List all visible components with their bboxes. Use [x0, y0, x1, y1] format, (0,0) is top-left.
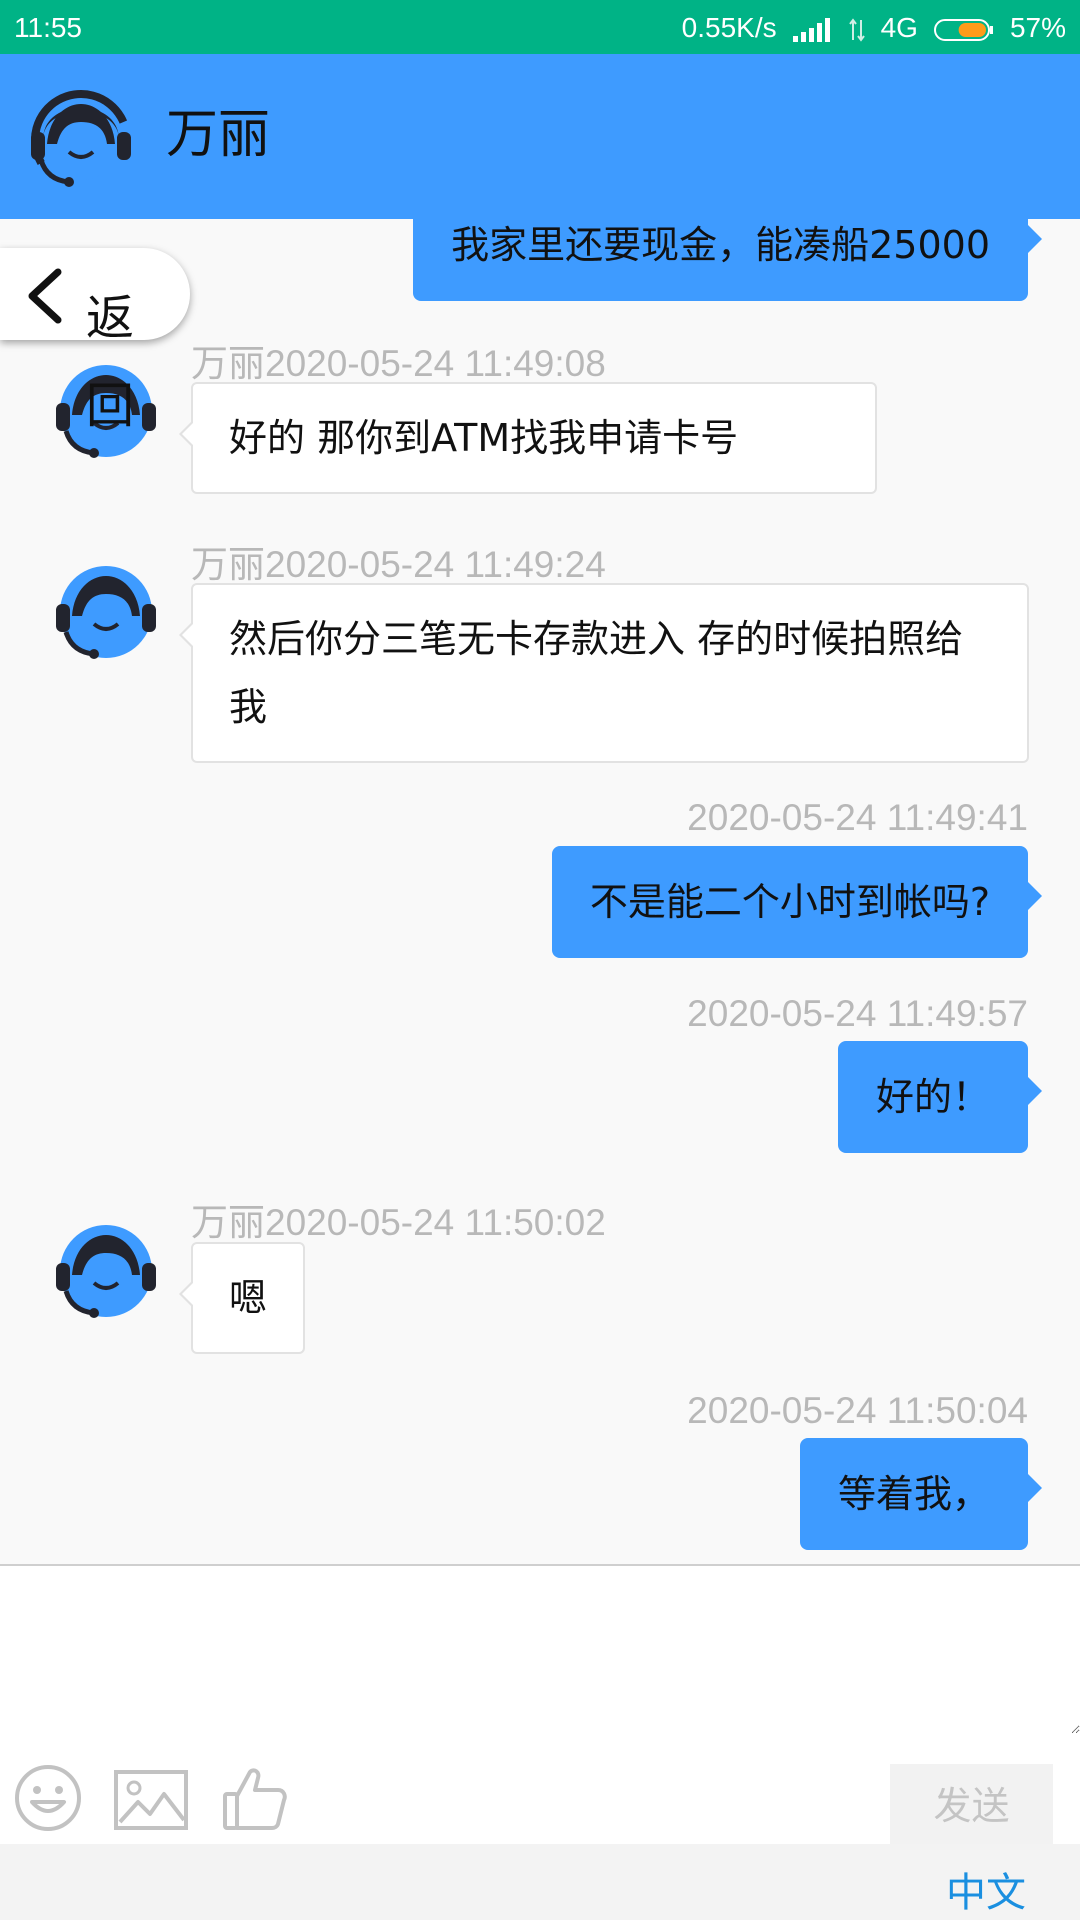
data-transfer-icon — [848, 18, 865, 42]
status-indicators: 0.55K/s 4G 57% — [682, 12, 1066, 44]
composer: 发送 — [0, 1564, 1080, 1846]
agent-message-bubble[interactable]: 好的 那你到ATM找我申请卡号 — [179, 382, 877, 494]
battery-icon — [933, 19, 993, 41]
signal-icon — [792, 18, 830, 42]
chevron-left-icon — [28, 268, 62, 324]
contact-name: 万丽 — [166, 105, 271, 165]
chat-messages[interactable]: 我家里还要现金，能凑船25000 万丽2020-05-24 11:49:08 好… — [0, 219, 1080, 1564]
send-button[interactable]: 发送 — [890, 1764, 1053, 1846]
message-timestamp: 万丽2020-05-24 11:50:02 — [191, 1202, 606, 1243]
status-bar: 11:55 0.55K/s 4G 57% — [0, 0, 1080, 54]
language-toggle[interactable]: 中文 — [946, 1860, 1026, 1918]
emoji-icon[interactable] — [14, 1764, 82, 1832]
keyboard-bar: 中文 — [0, 1844, 1080, 1920]
my-message-bubble[interactable]: 我家里还要现金，能凑船25000 — [413, 219, 1042, 301]
net-speed: 0.55K/s — [681, 12, 777, 43]
my-message-bubble[interactable]: 等着我， — [799, 1438, 1043, 1550]
back-label: 返回 — [86, 290, 135, 434]
agent-avatar-icon — [56, 1225, 156, 1318]
thumbs-up-icon[interactable] — [222, 1766, 288, 1832]
message-timestamp: 万丽2020-05-24 11:49:24 — [191, 544, 606, 585]
image-icon[interactable] — [114, 1770, 188, 1830]
battery-percent: 57% — [1009, 12, 1066, 43]
agent-message-bubble[interactable]: 嗯 — [178, 1242, 306, 1354]
status-time: 11:55 — [14, 12, 82, 43]
agent-message-bubble[interactable]: 然后你分三笔无卡存款进入 存的时候拍照给我 — [179, 583, 1029, 763]
network-type: 4G — [880, 12, 918, 43]
back-button[interactable]: 返回 — [0, 248, 190, 434]
message-timestamp: 2020-05-24 11:50:04 — [687, 1390, 1028, 1431]
my-message-bubble[interactable]: 不是能二个小时到帐吗? — [551, 846, 1043, 958]
my-message-bubble[interactable]: 好的！ — [837, 1041, 1043, 1153]
chat-header: 万丽 — [0, 54, 1080, 219]
message-input[interactable] — [0, 1566, 1080, 1734]
message-timestamp: 万丽2020-05-24 11:49:08 — [191, 343, 606, 384]
agent-avatar-icon — [56, 566, 156, 659]
agent-avatar-icon — [31, 90, 131, 190]
message-timestamp: 2020-05-24 11:49:41 — [687, 797, 1028, 838]
message-timestamp: 2020-05-24 11:49:57 — [687, 993, 1028, 1034]
